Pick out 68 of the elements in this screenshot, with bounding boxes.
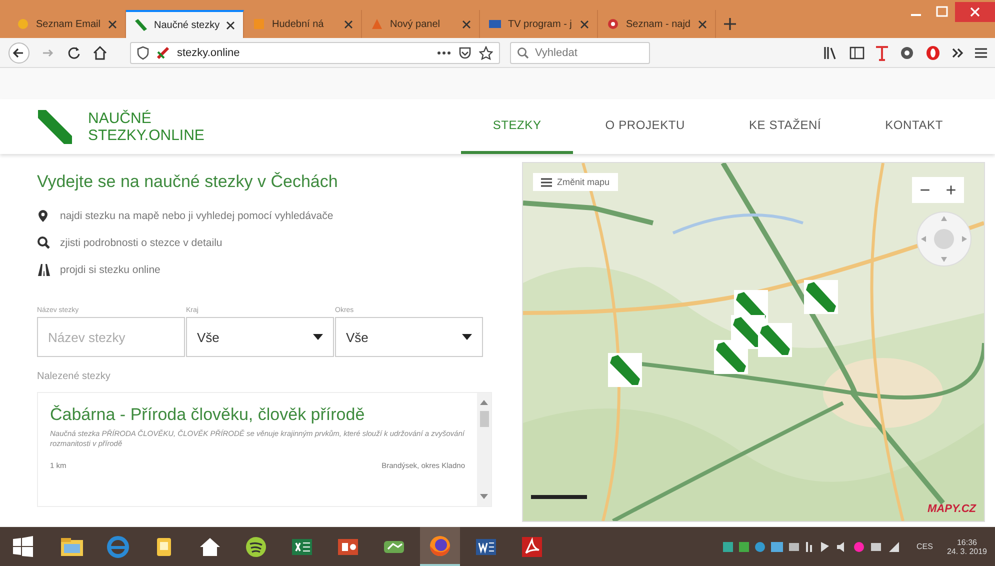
search-icon (517, 46, 529, 58)
star-icon[interactable] (479, 46, 493, 60)
nav-link[interactable]: O PROJEKTU (573, 99, 717, 154)
pocket-icon[interactable] (458, 46, 472, 60)
address-bar[interactable]: stezky.online (130, 42, 500, 64)
scale-bar-icon (531, 495, 587, 499)
trail-marker-icon[interactable] (608, 353, 642, 387)
logo-icon[interactable] (36, 108, 74, 146)
favicon-icon (252, 17, 266, 31)
close-icon[interactable] (226, 20, 235, 30)
sidebar-icon[interactable] (849, 44, 865, 60)
clock-date[interactable]: 24. 3. 2019 (946, 546, 987, 556)
menu-icon[interactable] (975, 46, 987, 60)
scrollbar-thumb[interactable] (480, 411, 488, 427)
page-heading: Vydejte se na naučné stezky v Čechách (37, 172, 339, 192)
more-icon[interactable] (437, 50, 451, 54)
favicon-icon (370, 17, 384, 31)
browser-tab[interactable]: Naučné stezky (126, 10, 244, 38)
logo-text[interactable]: NAUČNÉ (88, 110, 204, 126)
new-tab-icon[interactable] (724, 18, 736, 30)
logo-text[interactable]: STEZKY.ONLINE (88, 126, 204, 144)
favicon-icon (134, 18, 148, 32)
dropdown[interactable]: Vše (335, 317, 483, 357)
browser-icon (105, 534, 131, 560)
map-pin-icon (37, 208, 50, 222)
home-icon[interactable] (92, 44, 108, 60)
shield-icon (137, 46, 149, 60)
favicon-icon (16, 17, 30, 31)
close-icon[interactable] (108, 20, 117, 28)
road-icon (37, 262, 50, 276)
close-icon[interactable] (462, 20, 471, 28)
back-icon[interactable] (8, 42, 30, 64)
language-indicator[interactable]: CES (916, 542, 933, 551)
map[interactable]: Změnit mapu − + MAPY.CZ (522, 162, 985, 522)
trail-marker-icon[interactable] (804, 280, 838, 314)
nav-link[interactable]: KE STAŽENÍ (716, 99, 854, 154)
feature-text: zjisti podrobnosti o stezce v detailu (60, 236, 222, 248)
close-icon[interactable] (580, 20, 589, 28)
map-logo[interactable]: MAPY.CZ (928, 503, 976, 515)
opera-icon[interactable] (925, 44, 941, 60)
trail-marker-icon[interactable] (758, 323, 792, 357)
reload-icon[interactable] (66, 44, 82, 60)
favicon-icon (488, 17, 502, 31)
overflow-icon[interactable] (951, 46, 965, 60)
close-icon[interactable] (698, 20, 707, 28)
trail-marker-icon[interactable] (714, 340, 748, 374)
start-icon[interactable] (12, 536, 34, 558)
close-icon[interactable] (344, 20, 353, 28)
search-icon (37, 236, 50, 250)
nav-link[interactable]: KONTAKT (853, 99, 975, 154)
scroll-down-icon[interactable] (480, 494, 488, 500)
feature-text: projdi si stezku online (60, 264, 160, 276)
favicon-icon (606, 17, 620, 31)
caret-icon (313, 334, 323, 340)
dropdown[interactable]: Vše (186, 317, 334, 357)
extension-icon[interactable] (875, 44, 889, 60)
feature-text: najdi stezku na mapě nebo ji vyhledej pomocí vyhledávače (60, 210, 334, 222)
caret-icon (462, 334, 472, 340)
change-map-button[interactable]: Změnit mapu (533, 173, 618, 191)
search-field[interactable]: Vyhledat (510, 42, 650, 64)
extension-icon[interactable] (899, 44, 915, 60)
clock-time[interactable]: 16:36 (956, 538, 977, 546)
scrollbar[interactable] (477, 393, 491, 506)
trail-title-link[interactable]: Čabárna - Příroda člověku, člověk přírodě (50, 405, 465, 425)
name-input-field[interactable]: Název stezky (37, 317, 185, 357)
layers-icon (541, 178, 552, 186)
section-label: Nalezené stezky (37, 371, 112, 382)
scroll-up-icon[interactable] (480, 399, 488, 405)
